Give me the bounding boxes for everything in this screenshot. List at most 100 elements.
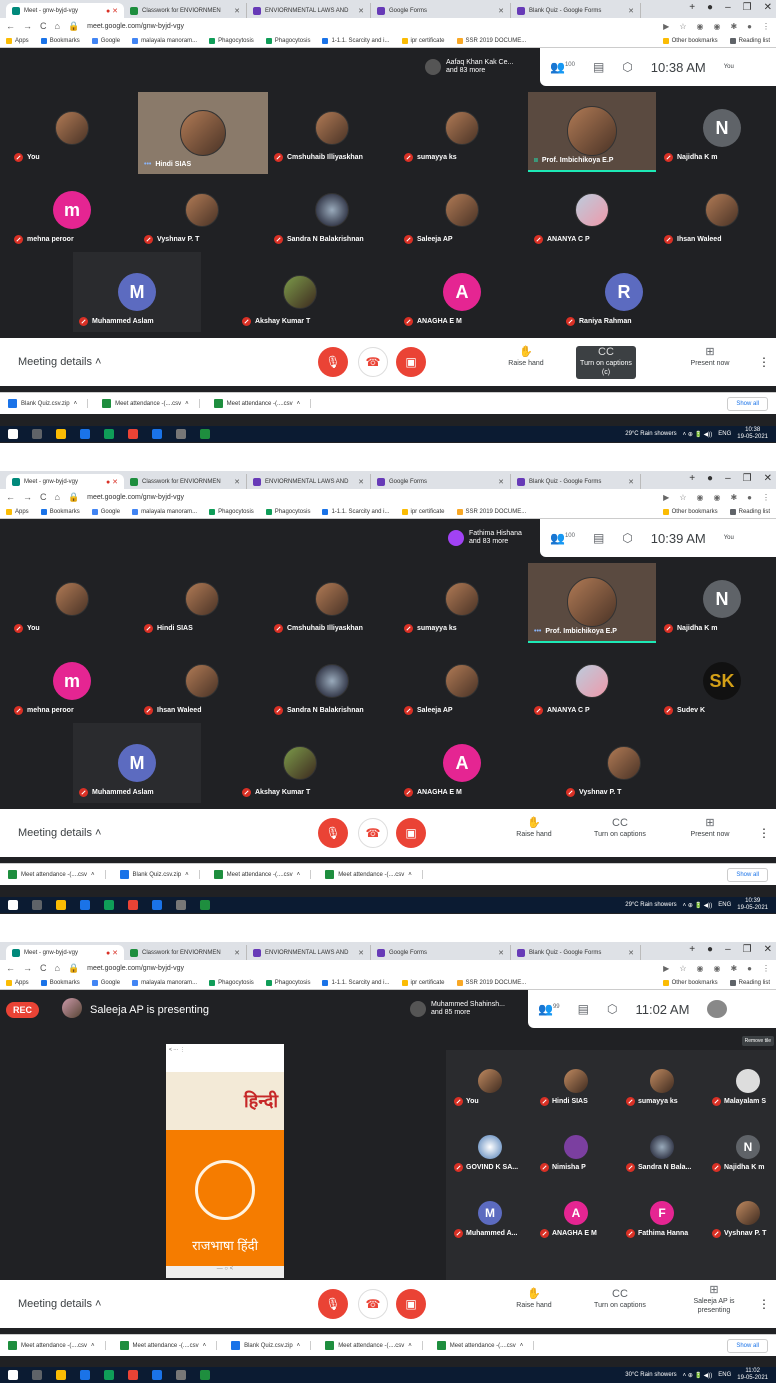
download-item[interactable]: Meet attendance -(....csv ˄ bbox=[119, 1341, 218, 1350]
back-icon[interactable]: ← bbox=[6, 963, 15, 973]
bookmark-manorama[interactable]: malayala manoram... bbox=[132, 979, 197, 986]
participant-tile[interactable]: GOVIND K SA... bbox=[448, 1118, 532, 1176]
download-item[interactable]: Meet attendance -(....csv ˄ bbox=[436, 1341, 535, 1350]
avatar[interactable] bbox=[707, 1000, 728, 1018]
taskview-icon[interactable] bbox=[32, 1370, 42, 1380]
participant-tile[interactable]: m mehna peroor bbox=[8, 170, 136, 250]
start-icon[interactable] bbox=[8, 1370, 18, 1380]
home-icon[interactable]: ⌂ bbox=[55, 21, 60, 31]
activities-icon[interactable]: ⬡ bbox=[622, 60, 632, 74]
excel-icon[interactable] bbox=[200, 429, 210, 439]
download-item[interactable]: Blank Quiz.csv.zip ˄ bbox=[231, 1341, 312, 1350]
participant-tile[interactable]: N Najidha K m bbox=[706, 1118, 776, 1176]
bookmark-scarcity[interactable]: 1-1.1. Scarcity and i... bbox=[322, 37, 390, 44]
bookmark-scarcity[interactable]: 1-1.1. Scarcity and i... bbox=[322, 979, 390, 986]
reload-icon[interactable]: C bbox=[40, 21, 47, 31]
window-controls[interactable]: + ● – ❐ ✕ bbox=[689, 944, 772, 955]
activities-icon[interactable]: ⬡ bbox=[622, 531, 632, 545]
app-icon[interactable] bbox=[176, 429, 186, 439]
participant-tile[interactable]: Hindi SIAS bbox=[534, 1052, 618, 1110]
participant-tile[interactable]: Vyshnav P. T bbox=[138, 170, 266, 250]
tab-classwork[interactable]: Classwork for ENVIORNMEN ✕ bbox=[124, 474, 247, 489]
tab-meet[interactable]: Meet - gnw-byjd-vgy ● ✕ bbox=[6, 474, 124, 489]
meeting-details-button[interactable]: Meeting details ˄ bbox=[18, 356, 101, 368]
bookmark-phago1[interactable]: Phagocytosis bbox=[209, 979, 254, 986]
back-icon[interactable]: ← bbox=[6, 21, 15, 31]
participant-tile[interactable]: R Raniya Rahman bbox=[560, 252, 688, 332]
participant-tile[interactable]: Sandra N Balakrishnan bbox=[268, 641, 396, 721]
download-item[interactable]: Meet attendance -(....csv ˄ bbox=[325, 1341, 423, 1350]
activities-icon[interactable]: ⬡ bbox=[607, 1002, 617, 1016]
show-all-button[interactable]: Show all bbox=[727, 396, 768, 411]
taskview-icon[interactable] bbox=[32, 429, 42, 439]
bookmark-apps[interactable]: Apps bbox=[6, 37, 29, 44]
explorer-icon[interactable] bbox=[56, 900, 66, 910]
participant-tile[interactable]: A ANAGHA E M bbox=[398, 252, 526, 332]
participant-tile[interactable]: Cmshuhaib Illiyaskhan bbox=[268, 88, 396, 168]
chrome-icon[interactable] bbox=[104, 1370, 114, 1380]
captions-tooltip[interactable]: CC Turn on captions (c) bbox=[576, 346, 636, 379]
participant-tile[interactable]: You bbox=[8, 559, 136, 639]
mic-off-button[interactable]: 🎙 bbox=[318, 347, 348, 377]
participant-tile[interactable]: Cmshuhaib Illiyaskhan bbox=[268, 559, 396, 639]
bookmark-reading[interactable]: Reading list bbox=[729, 508, 770, 515]
url-field[interactable]: meet.google.com/gnw-byjd-vgy bbox=[87, 965, 184, 972]
camera-off-button[interactable]: ▣ bbox=[396, 818, 426, 848]
participant-tile[interactable]: Vyshnav P. T bbox=[560, 723, 688, 803]
chrome-icon[interactable] bbox=[104, 900, 114, 910]
download-item[interactable]: Meet attendance -(....csv ˄ bbox=[213, 399, 312, 408]
chrome-icon[interactable] bbox=[104, 429, 114, 439]
tab-quiz[interactable]: Blank Quiz - Google Forms ✕ bbox=[511, 474, 641, 489]
window-controls[interactable]: + ● – ❐ ✕ bbox=[689, 473, 772, 484]
tab-laws[interactable]: ENVIORNMENTAL LAWS AND ✕ bbox=[247, 474, 371, 489]
bookmark-manorama[interactable]: malayala manoram... bbox=[132, 37, 197, 44]
taskview-icon[interactable] bbox=[32, 900, 42, 910]
url-field[interactable]: meet.google.com/gnw-byjd-vgy bbox=[87, 494, 184, 501]
explorer-icon[interactable] bbox=[56, 429, 66, 439]
tab-forms[interactable]: Google Forms ✕ bbox=[371, 474, 511, 489]
tab-quiz[interactable]: Blank Quiz - Google Forms ✕ bbox=[511, 3, 641, 18]
tab-classwork[interactable]: Classwork for ENVIORNMEN ✕ bbox=[124, 945, 247, 960]
participant-video[interactable]: ••• Hindi SIAS bbox=[138, 92, 268, 174]
bookmark-apps[interactable]: Apps bbox=[6, 979, 29, 986]
participant-tile[interactable]: Sandra N Bala... bbox=[620, 1118, 704, 1176]
leave-call-button[interactable]: ☎ bbox=[358, 1289, 388, 1319]
home-icon[interactable]: ⌂ bbox=[55, 963, 60, 973]
mic-off-button[interactable]: 🎙 bbox=[318, 1289, 348, 1319]
tab-laws[interactable]: ENVIORNMENTAL LAWS AND ✕ bbox=[247, 945, 371, 960]
tab-forms[interactable]: Google Forms ✕ bbox=[371, 945, 511, 960]
extension-icons[interactable]: ▶ ☆ ◉ ◉ ✱ ● ⋮ bbox=[663, 22, 770, 31]
app-icon[interactable] bbox=[176, 1370, 186, 1380]
chat-icon[interactable]: ▤ bbox=[593, 531, 604, 545]
participant-tile[interactable]: You bbox=[8, 88, 136, 168]
start-icon[interactable] bbox=[8, 429, 18, 439]
presenting-button[interactable]: ⊞ Saleeja AP is presenting bbox=[684, 1285, 744, 1315]
edge-icon[interactable] bbox=[80, 1370, 90, 1380]
participant-tile[interactable]: A ANAGHA E M bbox=[398, 723, 526, 803]
show-all-button[interactable]: Show all bbox=[727, 867, 768, 882]
bookmark-ssr[interactable]: SSR 2019 DOCUME... bbox=[456, 979, 526, 986]
bookmark-bookmarks[interactable]: Bookmarks bbox=[40, 508, 80, 515]
participant-tile[interactable]: N Najidha K m bbox=[658, 88, 776, 168]
participant-tile[interactable]: A ANAGHA E M bbox=[534, 1184, 618, 1242]
forward-icon[interactable]: → bbox=[23, 21, 32, 31]
bookmark-phago1[interactable]: Phagocytosis bbox=[209, 37, 254, 44]
participant-tile[interactable]: Malayalam S bbox=[706, 1052, 776, 1110]
more-options-icon[interactable]: ⋮ bbox=[758, 355, 770, 369]
participant-tile[interactable]: M Muhammed Aslam bbox=[73, 252, 201, 332]
explorer-icon[interactable] bbox=[56, 1370, 66, 1380]
bookmark-phago2[interactable]: Phagocytosis bbox=[265, 508, 310, 515]
word-icon[interactable] bbox=[152, 429, 162, 439]
bookmark-google[interactable]: Google bbox=[91, 37, 120, 44]
participant-tile[interactable]: M Muhammed Aslam bbox=[73, 723, 201, 803]
extension-icons[interactable]: ▶ ☆ ◉ ◉ ✱ ● ⋮ bbox=[663, 964, 770, 973]
bookmark-ipr[interactable]: ipr certificate bbox=[401, 37, 445, 44]
download-item[interactable]: Meet attendance -(....csv ˄ bbox=[213, 870, 312, 879]
bookmark-reading[interactable]: Reading list bbox=[729, 37, 770, 44]
participant-tile[interactable]: Saleeja AP bbox=[398, 641, 526, 721]
bookmark-reading[interactable]: Reading list bbox=[729, 979, 770, 986]
participant-tile[interactable]: Sandra N Balakrishnan bbox=[268, 170, 396, 250]
reload-icon[interactable]: C bbox=[40, 492, 47, 502]
download-item[interactable]: Meet attendance -(....csv ˄ bbox=[325, 870, 423, 879]
bookmark-phago1[interactable]: Phagocytosis bbox=[209, 508, 254, 515]
